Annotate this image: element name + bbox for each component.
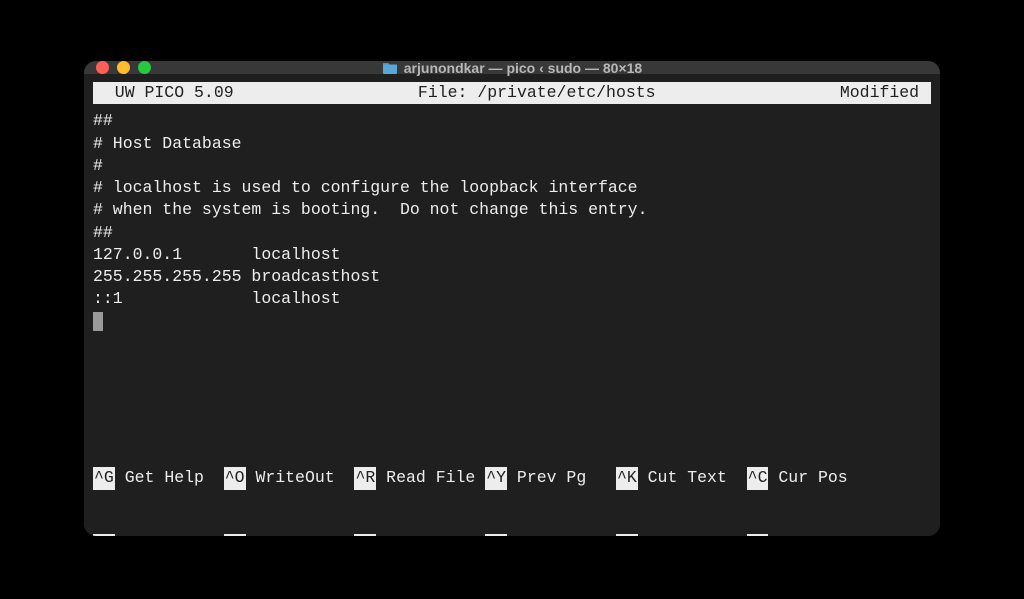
shortcut-cur-pos[interactable]: ^C Cur Pos	[747, 467, 848, 489]
help-row-1: ^G Get Help ^O WriteOut ^R Read File ^Y …	[93, 467, 931, 489]
maximize-button[interactable]	[138, 61, 151, 74]
traffic-lights	[96, 61, 151, 74]
shortcut-exit[interactable]: ^X Exit	[93, 534, 224, 536]
shortcut-get-help[interactable]: ^G Get Help	[93, 467, 224, 489]
shortcut-writeout[interactable]: ^O WriteOut	[224, 467, 355, 489]
content-line: # when the system is booting. Do not cha…	[93, 200, 648, 219]
window-title-text: arjunondkar — pico ‹ sudo — 80×18	[404, 61, 642, 76]
shortcut-next-pg[interactable]: ^V Next Pg	[485, 534, 616, 536]
content-line: # Host Database	[93, 134, 242, 153]
shortcut-prev-pg[interactable]: ^Y Prev Pg	[485, 467, 616, 489]
folder-icon	[382, 61, 398, 74]
content-line: ::1 localhost	[93, 289, 341, 308]
shortcut-justify[interactable]: ^J Justify	[224, 534, 355, 536]
editor-header: UW PICO 5.09 File: /private/etc/hosts Mo…	[93, 82, 931, 104]
editor-content[interactable]: ## # Host Database # # localhost is used…	[93, 110, 931, 333]
content-line: 255.255.255.255 broadcasthost	[93, 267, 380, 286]
content-line: ##	[93, 223, 113, 242]
shortcut-uncut-text[interactable]: ^U UnCut Text	[616, 534, 747, 536]
window-title: arjunondkar — pico ‹ sudo — 80×18	[84, 61, 940, 76]
terminal-body[interactable]: UW PICO 5.09 File: /private/etc/hosts Mo…	[84, 74, 940, 536]
content-line: 127.0.0.1 localhost	[93, 245, 341, 264]
terminal-window: arjunondkar — pico ‹ sudo — 80×18 UW PIC…	[84, 61, 940, 536]
help-menu: ^G Get Help ^O WriteOut ^R Read File ^Y …	[93, 423, 931, 536]
editor-file-label: File: /private/etc/hosts	[234, 82, 840, 104]
content-line: # localhost is used to configure the loo…	[93, 178, 638, 197]
shortcut-to-spell[interactable]: ^T To Spell	[747, 534, 858, 536]
content-line: #	[93, 156, 103, 175]
shortcut-cut-text[interactable]: ^K Cut Text	[616, 467, 747, 489]
shortcut-read-file[interactable]: ^R Read File	[354, 467, 485, 489]
spacer	[93, 333, 931, 423]
editor-status: Modified	[840, 82, 929, 104]
shortcut-where-is[interactable]: ^W Where is	[354, 534, 485, 536]
help-row-2: ^X Exit ^J Justify ^W Where is ^V Next P…	[93, 534, 931, 536]
cursor	[93, 312, 103, 331]
content-line: ##	[93, 111, 113, 130]
close-button[interactable]	[96, 61, 109, 74]
editor-app-name: UW PICO 5.09	[95, 82, 234, 104]
window-titlebar: arjunondkar — pico ‹ sudo — 80×18	[84, 61, 940, 74]
minimize-button[interactable]	[117, 61, 130, 74]
